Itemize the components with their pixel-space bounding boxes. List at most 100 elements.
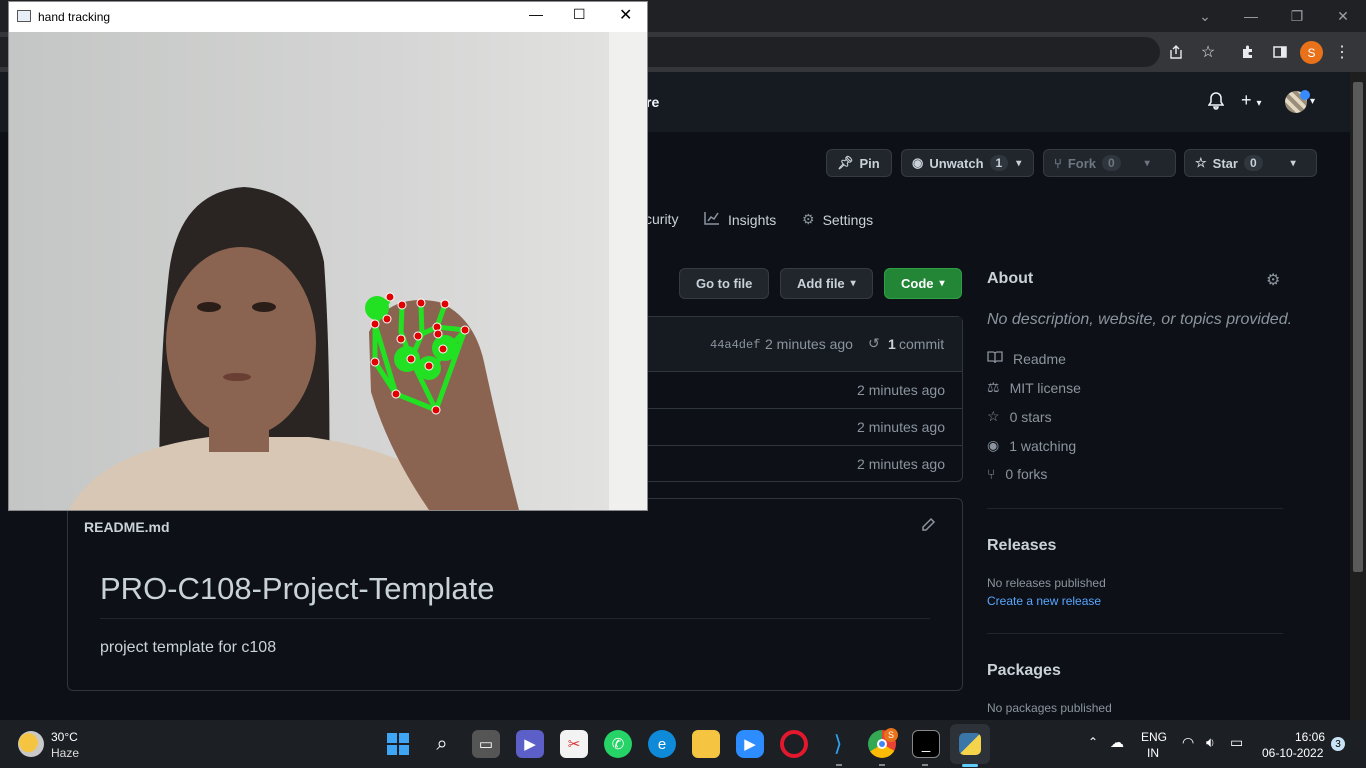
python-app-icon[interactable]: [950, 724, 990, 764]
chevron-down-icon: ▾: [1016, 157, 1022, 169]
vscode-icon[interactable]: ⟩: [824, 730, 852, 758]
star-count: 0: [1243, 155, 1263, 171]
whatsapp-icon[interactable]: ✆: [604, 730, 632, 758]
add-file-button[interactable]: Add file ▾: [780, 268, 873, 299]
weather-desc[interactable]: Haze: [51, 746, 79, 760]
pin-icon: 📌︎: [837, 155, 854, 170]
battery-icon[interactable]: ▭: [1230, 734, 1243, 751]
page-scrollbar[interactable]: [1350, 72, 1366, 720]
eye-icon: ◉: [912, 155, 924, 170]
star-button[interactable]: ☆ Star 0 ▾: [1184, 149, 1317, 177]
fork-count: 0: [1101, 155, 1121, 171]
terminal-icon[interactable]: _: [912, 730, 940, 758]
create-release-link[interactable]: Create a new release: [987, 594, 1101, 608]
tab-insights[interactable]: Insights: [704, 211, 776, 228]
running-indicator: [922, 764, 928, 766]
menu-kebab-icon[interactable]: ⋮: [1330, 40, 1354, 64]
unwatch-button[interactable]: ◉ Unwatch 1 ▾: [901, 149, 1034, 177]
close-button[interactable]: ✕: [619, 5, 632, 25]
file-row[interactable]: 2 minutes ago: [640, 371, 962, 408]
packages-title[interactable]: Packages: [987, 662, 1061, 680]
notifications-bell-icon[interactable]: [1207, 92, 1225, 115]
fork-icon: ⑂: [1054, 155, 1062, 171]
fork-button[interactable]: ⑂ Fork 0 ▾: [1043, 149, 1176, 177]
readme-heading: PRO-C108-Project-Template: [100, 571, 495, 606]
extensions-icon[interactable]: [1236, 40, 1260, 64]
opera-icon[interactable]: [780, 730, 808, 758]
running-indicator: [836, 764, 842, 766]
eye-icon: ◉: [987, 437, 1000, 453]
maximize-button[interactable]: ☐: [573, 6, 586, 23]
about-stars[interactable]: ☆ 0 stars: [987, 408, 1052, 425]
create-new-plus-icon[interactable]: + ▾: [1241, 90, 1262, 111]
about-description: No description, website, or topics provi…: [987, 311, 1293, 328]
active-indicator: [962, 764, 978, 767]
profile-avatar[interactable]: S: [1300, 41, 1323, 64]
readme-body: project template for c108: [100, 639, 277, 656]
task-view-icon[interactable]: ▭: [472, 730, 500, 758]
commit-count-label[interactable]: commit: [899, 336, 944, 352]
commit-count[interactable]: 1: [888, 336, 896, 352]
show-hidden-icons-chevron-icon[interactable]: ⌃: [1088, 735, 1098, 749]
commit-time: 2 minutes ago: [765, 336, 853, 352]
language-indicator[interactable]: ENG: [1141, 730, 1167, 744]
heading-divider: [100, 618, 930, 619]
pin-button[interactable]: 📌︎ Pin: [826, 149, 892, 177]
chrome-profile-badge: S: [884, 728, 898, 742]
readme-box: README.md PRO-C108-Project-Template proj…: [67, 498, 963, 691]
windows-taskbar: 30°C Haze ⌕ ▭ ▶ ✂ ✆ e ▶ ⟩ S _ ⌃ ☁ ENG IN…: [0, 720, 1366, 768]
go-to-file-button[interactable]: Go to file: [679, 268, 770, 299]
watch-count: 1: [989, 155, 1009, 171]
file-row[interactable]: 2 minutes ago: [640, 408, 962, 445]
pencil-edit-icon[interactable]: [920, 517, 936, 538]
releases-title[interactable]: Releases: [987, 537, 1056, 555]
about-forks[interactable]: ⑂ 0 forks: [987, 466, 1047, 482]
code-button[interactable]: Code ▾: [884, 268, 962, 299]
share-icon[interactable]: [1164, 40, 1188, 64]
book-icon: [987, 350, 1003, 367]
tab-security[interactable]: curity: [645, 211, 678, 227]
search-icon[interactable]: ⌕: [428, 730, 456, 758]
clock-time[interactable]: 16:06: [1295, 730, 1325, 744]
minimize-button[interactable]: —: [529, 6, 543, 22]
tab-settings[interactable]: ⚙ Settings: [802, 211, 873, 228]
onedrive-cloud-icon[interactable]: ☁: [1110, 734, 1124, 751]
file-row[interactable]: 2 minutes ago: [640, 445, 962, 482]
file-explorer-icon[interactable]: [692, 730, 720, 758]
teams-chat-icon[interactable]: ▶: [516, 730, 544, 758]
bookmark-star-icon[interactable]: ☆: [1196, 40, 1220, 64]
file-list: 44a4def 2 minutes ago ↺ 1 commit 2 minut…: [640, 316, 963, 482]
about-readme[interactable]: Readme: [987, 350, 1066, 367]
commit-hash-link[interactable]: 44a4def: [710, 338, 760, 352]
zoom-icon[interactable]: ▶: [736, 730, 764, 758]
about-watching[interactable]: ◉ 1 watching: [987, 437, 1076, 454]
snipping-tool-icon[interactable]: ✂: [560, 730, 588, 758]
clock-date[interactable]: 06-10-2022: [1262, 746, 1323, 760]
graph-icon: [704, 211, 720, 228]
about-license[interactable]: ⚖ MIT license: [987, 379, 1081, 396]
about-title: About: [987, 270, 1034, 287]
side-panel-icon[interactable]: [1268, 40, 1292, 64]
camera-window-titlebar[interactable]: hand tracking — ☐ ✕: [9, 2, 647, 32]
edge-browser-icon[interactable]: e: [648, 730, 676, 758]
latest-commit-bar: 44a4def 2 minutes ago ↺ 1 commit: [640, 317, 962, 371]
tab-search-icon[interactable]: ⌄: [1182, 0, 1228, 32]
about-gear-icon[interactable]: ⚙: [1266, 270, 1280, 290]
close-button[interactable]: ✕: [1320, 0, 1366, 32]
notification-badge[interactable]: 3: [1331, 737, 1345, 751]
wifi-icon[interactable]: ◠: [1182, 734, 1194, 751]
restore-button[interactable]: ❐: [1274, 0, 1320, 32]
avatar-chevron-icon[interactable]: ▾: [1310, 96, 1315, 107]
volume-icon[interactable]: 🔉︎: [1206, 734, 1215, 751]
status-dot: [1300, 90, 1310, 100]
scale-icon: ⚖: [987, 379, 1000, 395]
weather-temp[interactable]: 30°C: [51, 730, 78, 744]
start-windows-icon[interactable]: [384, 730, 412, 758]
region-indicator[interactable]: IN: [1147, 746, 1159, 760]
scrollbar-thumb[interactable]: [1353, 82, 1363, 572]
star-icon: ☆: [987, 408, 1000, 424]
weather-icon[interactable]: [18, 731, 44, 757]
minimize-button[interactable]: —: [1228, 0, 1274, 32]
readme-filename: README.md: [84, 519, 170, 535]
running-indicator: [879, 764, 885, 766]
